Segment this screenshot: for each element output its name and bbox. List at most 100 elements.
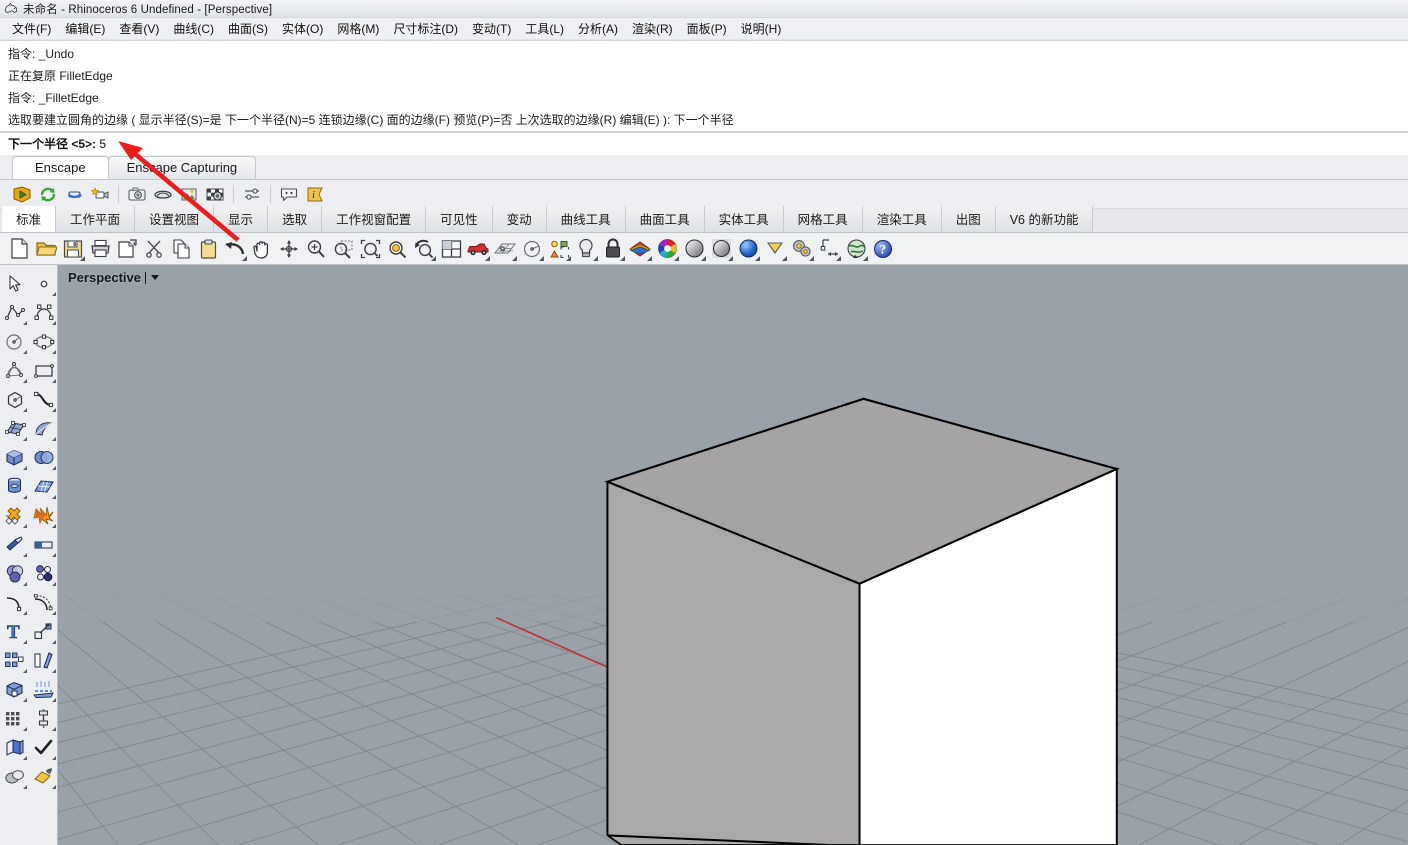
light-bulb-icon[interactable] (573, 236, 599, 262)
dimension-linear-icon[interactable] (29, 704, 58, 733)
menu-file[interactable]: 文件(F) (5, 19, 58, 39)
zoom-in-icon[interactable] (303, 236, 329, 262)
copy-icon[interactable] (168, 236, 194, 262)
enscape-upload-icon[interactable] (62, 183, 86, 205)
tab-drafting[interactable]: 出图 (941, 206, 996, 232)
tab-standard[interactable]: 标准 (2, 206, 57, 232)
menu-analyze[interactable]: 分析(A) (571, 19, 625, 39)
surface-sweep-icon[interactable] (29, 414, 58, 443)
control-point-curve-icon[interactable] (29, 298, 58, 327)
scissors-cut-icon[interactable] (141, 236, 167, 262)
menu-mesh[interactable]: 网格(M) (330, 19, 386, 39)
menu-help[interactable]: 说明(H) (734, 19, 789, 39)
mirror-icon[interactable] (29, 646, 58, 675)
command-input-line[interactable]: 下一个半径 <5>: 5 (0, 132, 1408, 155)
menu-solid[interactable]: 实体(O) (275, 19, 330, 39)
gumball-icon[interactable] (276, 236, 302, 262)
sphere-boolean-icon[interactable] (29, 443, 58, 472)
tab-solid-tools[interactable]: 实体工具 (704, 206, 784, 232)
array-icon[interactable] (0, 646, 29, 675)
zoom-previous-icon[interactable] (411, 236, 437, 262)
enscape-batch-render-icon[interactable] (203, 183, 227, 205)
tab-cplane[interactable]: 工作平面 (56, 206, 136, 232)
circle-radius-icon[interactable] (519, 236, 545, 262)
polygon-icon[interactable] (0, 385, 29, 414)
tab-display[interactable]: 显示 (214, 206, 269, 232)
dimension-icon[interactable] (816, 236, 842, 262)
open-folder-icon[interactable] (33, 236, 59, 262)
command-input-value[interactable]: 5 (99, 137, 106, 151)
surface-from-points-icon[interactable] (0, 414, 29, 443)
wireframe-plane-icon[interactable] (492, 236, 518, 262)
flow-along-surface-icon[interactable] (29, 675, 58, 704)
zoom-extents-icon[interactable] (357, 236, 383, 262)
select-arrow-icon[interactable] (0, 269, 29, 298)
menu-curve[interactable]: 曲线(C) (166, 19, 221, 39)
enscape-asset-library-icon[interactable] (177, 183, 201, 205)
zoom-selected-icon[interactable] (384, 236, 410, 262)
tab-set-view[interactable]: 设置视图 (135, 206, 215, 232)
enscape-feedback-icon[interactable] (277, 183, 301, 205)
shade-sphere-icon[interactable] (681, 236, 707, 262)
tab-render-tools[interactable]: 渲染工具 (862, 206, 942, 232)
enscape-sync-icon[interactable] (36, 183, 60, 205)
trim-icon[interactable] (0, 530, 29, 559)
menu-render[interactable]: 渲染(R) (625, 19, 680, 39)
enscape-settings-icon[interactable] (240, 183, 264, 205)
tab-viewport-layout[interactable]: 工作视窗配置 (322, 206, 427, 232)
tab-enscape-capturing[interactable]: Enscape Capturing (107, 156, 257, 179)
extrude-surface-icon[interactable] (0, 733, 29, 762)
tab-surface-tools[interactable]: 曲面工具 (625, 206, 705, 232)
menu-surface[interactable]: 曲面(S) (221, 19, 275, 39)
save-icon[interactable] (60, 236, 86, 262)
scale-icon[interactable] (29, 617, 58, 646)
enscape-panorama-icon[interactable] (151, 183, 175, 205)
viewport-title-bar[interactable]: Perspective (68, 270, 159, 285)
menu-tools[interactable]: 工具(L) (518, 19, 571, 39)
point-icon[interactable] (29, 269, 58, 298)
tab-whats-new-v6[interactable]: V6 的新功能 (995, 206, 1094, 232)
polyline-icon[interactable] (0, 298, 29, 327)
explode-icon[interactable] (29, 501, 58, 530)
tab-curve-tools[interactable]: 曲线工具 (546, 206, 626, 232)
menu-transform[interactable]: 变动(T) (465, 19, 518, 39)
ellipse-icon[interactable] (29, 327, 58, 356)
render-mesh-sphere-icon[interactable] (708, 236, 734, 262)
arc-icon[interactable] (0, 356, 29, 385)
undo-icon[interactable] (222, 236, 248, 262)
check-validate-icon[interactable] (29, 733, 58, 762)
tab-transform[interactable]: 变动 (492, 206, 547, 232)
tab-enscape[interactable]: Enscape (12, 156, 109, 179)
menu-edit[interactable]: 编辑(E) (58, 19, 112, 39)
render-blue-sphere-icon[interactable] (735, 236, 761, 262)
color-wheel-icon[interactable] (654, 236, 680, 262)
cylinder-icon[interactable] (0, 472, 29, 501)
object-properties-icon[interactable] (546, 236, 572, 262)
render-material-icon[interactable] (29, 762, 58, 791)
paste-icon[interactable] (195, 236, 221, 262)
text-tool-icon[interactable]: T (0, 617, 29, 646)
enscape-video-star-icon[interactable] (88, 183, 112, 205)
pan-hand-icon[interactable] (249, 236, 275, 262)
circle-icon[interactable] (0, 327, 29, 356)
enscape-start-icon[interactable] (10, 183, 34, 205)
mesh-surface-icon[interactable] (29, 472, 58, 501)
boolean-union-icon[interactable] (0, 501, 29, 530)
curve-blend-icon[interactable] (29, 385, 58, 414)
menu-panels[interactable]: 面板(P) (680, 19, 734, 39)
tab-mesh-tools[interactable]: 网格工具 (783, 206, 863, 232)
new-file-icon[interactable] (6, 236, 32, 262)
box-solid-icon[interactable] (0, 443, 29, 472)
rectangle-icon[interactable] (29, 356, 58, 385)
lock-icon[interactable] (600, 236, 626, 262)
print-icon[interactable] (87, 236, 113, 262)
layers-icon[interactable] (627, 236, 653, 262)
grid-array-icon[interactable] (0, 704, 29, 733)
boolean-difference-icon[interactable] (0, 559, 29, 588)
perspective-viewport[interactable]: Perspective (58, 265, 1408, 845)
offset-curve-icon[interactable] (29, 588, 58, 617)
help-question-icon[interactable]: ? (870, 236, 896, 262)
tab-select[interactable]: 选取 (268, 206, 323, 232)
enscape-about-icon[interactable]: i (303, 183, 327, 205)
shaded-objects-icon[interactable] (0, 762, 29, 791)
